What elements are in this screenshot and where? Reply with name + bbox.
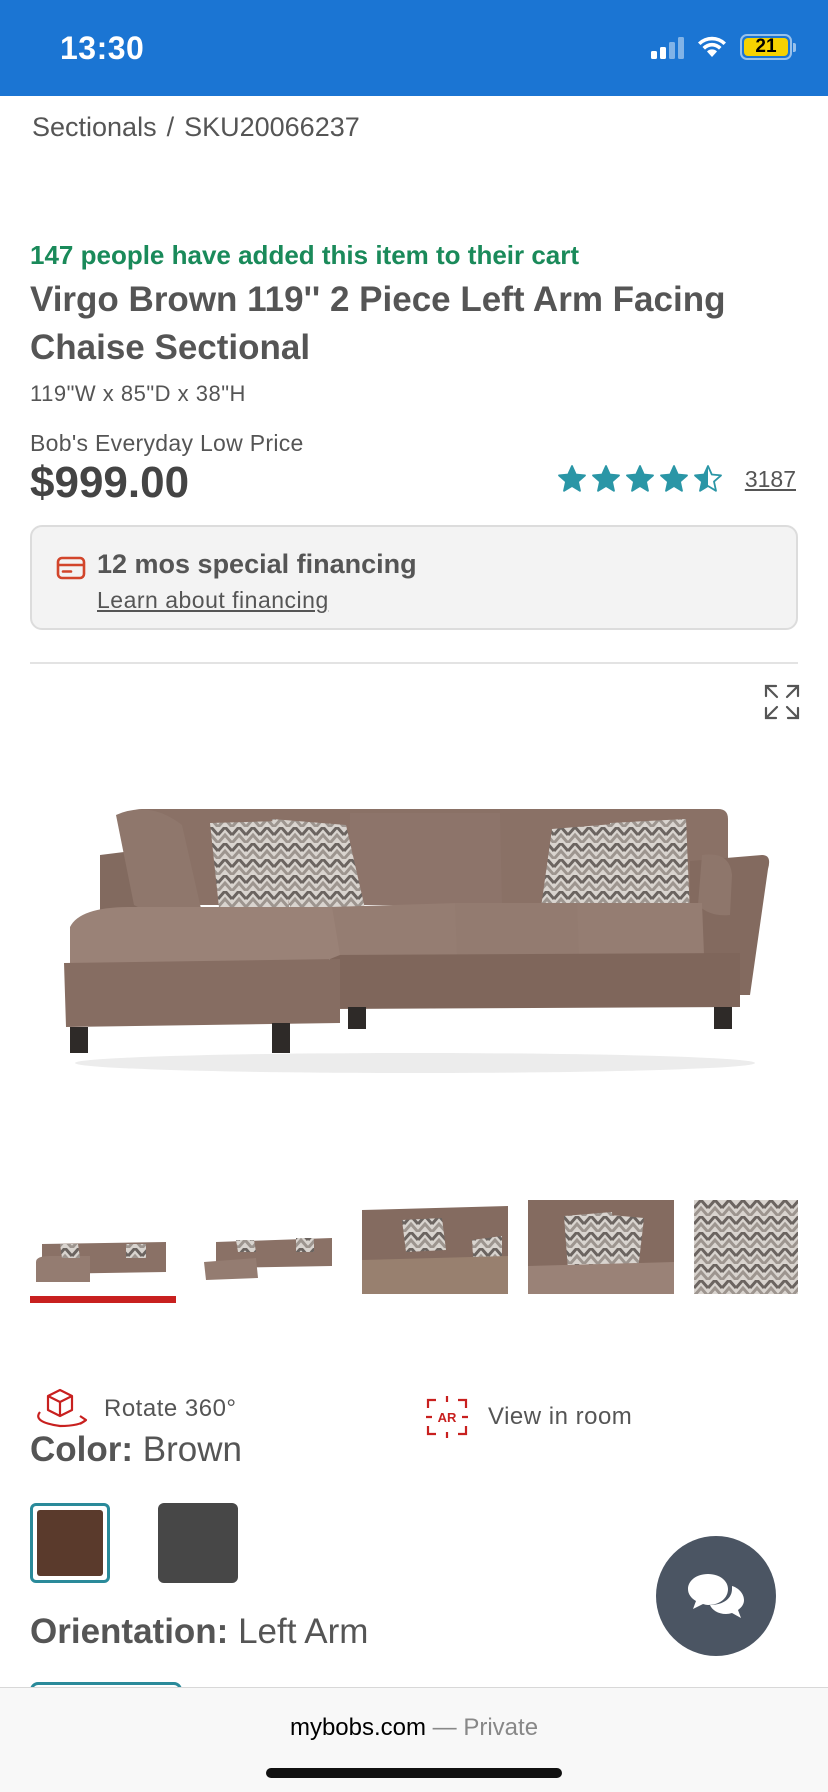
- battery-level: 21: [744, 36, 788, 57]
- star-full-icon: [659, 465, 688, 492]
- expand-icon[interactable]: [762, 682, 802, 722]
- orientation-option-header: Orientation: Left Arm: [30, 1612, 368, 1652]
- star-half-icon: [693, 465, 722, 492]
- thumb-fabric-view[interactable]: [694, 1200, 798, 1294]
- product-price: $999.00: [30, 458, 190, 507]
- color-value: Brown: [142, 1430, 242, 1469]
- url-separator: —: [432, 1714, 457, 1741]
- breadcrumb-sku: SKU20066237: [184, 112, 360, 142]
- ar-icon: AR: [426, 1396, 468, 1438]
- price-label: Bob's Everyday Low Price: [30, 430, 304, 456]
- status-icons: 21: [651, 34, 796, 60]
- private-mode-label: Private: [463, 1714, 539, 1741]
- product-dimensions: 119"W x 85"D x 38"H: [30, 381, 246, 406]
- star-full-icon: [625, 465, 654, 492]
- orientation-label: Orientation:: [30, 1612, 229, 1651]
- thumbnail-active-indicator: [30, 1296, 176, 1303]
- svg-text:AR: AR: [438, 1410, 457, 1425]
- browser-address-bar[interactable]: mybobs.com — Private: [0, 1687, 828, 1792]
- sectional-sofa-photo[interactable]: [50, 795, 780, 1085]
- financing-title: 12 mos special financing: [97, 549, 417, 579]
- swatch-gray[interactable]: [158, 1503, 238, 1583]
- review-count-link[interactable]: 3187: [745, 466, 796, 493]
- view-in-room-label: View in room: [488, 1403, 633, 1430]
- color-label: Color:: [30, 1430, 134, 1469]
- thumb-front-view[interactable]: [30, 1200, 176, 1294]
- view-in-room-button[interactable]: AR View in room: [424, 1394, 632, 1440]
- url-display[interactable]: mybobs.com — Private: [0, 1714, 828, 1742]
- color-option-header: Color: Brown: [30, 1430, 242, 1470]
- credit-card-icon: [56, 556, 86, 580]
- star-full-icon: [591, 465, 620, 492]
- status-time: 13:30: [60, 30, 145, 66]
- breadcrumb-category-link[interactable]: Sectionals: [32, 112, 157, 143]
- product-title: Virgo Brown 119'' 2 Piece Left Arm Facin…: [30, 280, 726, 367]
- financing-banner: 12 mos special financing Learn about fin…: [30, 525, 798, 630]
- star-rating[interactable]: 3187: [557, 464, 796, 494]
- rotate-360-button[interactable]: Rotate 360°: [30, 1386, 237, 1432]
- thumbnail-strip: [30, 1200, 798, 1310]
- rotate-360-label: Rotate 360°: [104, 1395, 237, 1422]
- chat-button[interactable]: [656, 1536, 776, 1656]
- home-indicator[interactable]: [266, 1768, 562, 1778]
- thumb-angle-view[interactable]: [196, 1200, 342, 1294]
- cart-social-proof: 147 people have added this item to their…: [30, 240, 580, 270]
- cellular-signal-icon: [651, 35, 684, 59]
- thumb-corner-view[interactable]: [362, 1200, 508, 1294]
- star-full-icon: [557, 465, 586, 492]
- breadcrumb-separator: /: [166, 112, 175, 142]
- orientation-value: Left Arm: [238, 1612, 369, 1651]
- learn-financing-link[interactable]: Learn about financing: [97, 587, 329, 614]
- section-divider: [30, 662, 798, 664]
- swatch-brown[interactable]: [30, 1503, 110, 1583]
- status-bar: 13:30 21: [0, 0, 828, 96]
- thumb-pillows-view[interactable]: [528, 1200, 674, 1294]
- wifi-icon: [698, 36, 726, 57]
- breadcrumb: Sectionals / SKU20066237: [32, 112, 360, 143]
- rotate-360-icon: [37, 1388, 88, 1428]
- url-domain: mybobs.com: [289, 1714, 426, 1741]
- battery-icon: 21: [740, 34, 796, 60]
- chat-bubbles-icon: [688, 1574, 744, 1618]
